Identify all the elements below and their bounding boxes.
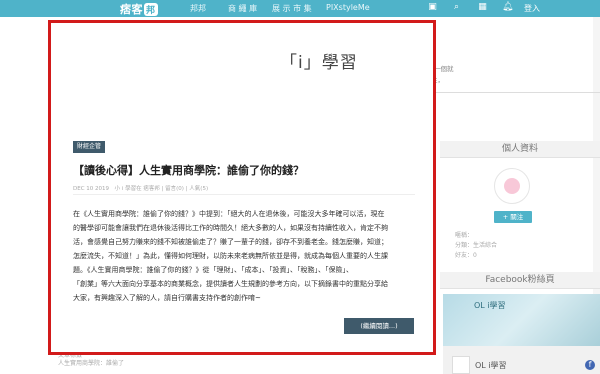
top-nav: 痞客邦 邦邦 商 繩 庫 展 示 市 集 PIXstyleMe ▣ ⌕ ▦ 🔔︎… xyxy=(0,0,600,17)
profile-section-title: 個人資料 xyxy=(440,141,600,158)
post-body-line: 題。《人生實用商學院：誰偷了你的錢？》從「理財」、「成本」、「投資」、「稅務」、… xyxy=(73,266,353,274)
facebook-page-avatar xyxy=(452,356,470,374)
facebook-icon: f xyxy=(585,360,595,370)
post-title[interactable]: 【讀後心得】人生實用商學院：誰偷了你的錢？ xyxy=(73,162,304,178)
follow-button[interactable]: + 關注 xyxy=(494,211,532,223)
profile-category: 分類：生活綜合 xyxy=(455,242,498,249)
read-more-button[interactable]: (繼續閱讀...) xyxy=(344,318,414,334)
post-body-line: 活，會感覺自己努力賺來的錢不知被誰偷走了？賺了一輩子的錢，卻存不到養老金。錢怎麼… xyxy=(73,238,388,246)
post-body-line: 大家，有興趣深入了解的人，請自行購書支持作者的創作唷~ xyxy=(73,294,261,302)
profile-nickname: 暱稱： xyxy=(455,232,474,239)
login-link[interactable]: 登入 xyxy=(524,3,540,14)
post-body-line: 的醫學卻可能會讓我們在退休後活得比工作的時間久！絕大多數的人，如果沒有持續性收入… xyxy=(73,224,388,232)
post-body-line: 在《人生實用商學院：誰偷了你的錢？》中提到：「絕大的人在退休後，可能沒大多年確可… xyxy=(73,210,385,218)
category-tag[interactable]: 財經企管 xyxy=(73,141,106,153)
post-body-line: 怎麼流失，不知道！」為此，懂得如何理財，以防未來老病無所依並是得，就成為每個人重… xyxy=(73,252,388,260)
facebook-cover-image xyxy=(443,294,600,346)
grid-icon[interactable]: ▦ xyxy=(478,3,487,12)
post-body-line: 「創業」等六大面向分享基本的商業概念，提供讀者人生規劃的參考方向，以下摘錄書中的… xyxy=(73,280,388,288)
nav-link-pixstyleme[interactable]: PIXstyleMe xyxy=(326,3,370,12)
nav-link-market[interactable]: 展 示 市 集 xyxy=(272,3,312,14)
meta-divider xyxy=(73,194,415,195)
facebook-cover-text: OL i學習 xyxy=(474,301,506,310)
bell-icon[interactable]: 🔔︎ xyxy=(502,3,513,12)
search-icon[interactable]: ⌕ xyxy=(452,3,461,12)
profile-friends: 好友：0 xyxy=(455,252,477,259)
post-meta: DEC 10 2019 小 i 學習在 痞客邦 | 留言(0) | 人氣(5) xyxy=(73,186,209,192)
facebook-section-title: Facebook粉絲頁 xyxy=(440,272,600,289)
site-logo[interactable]: 痞客邦 xyxy=(120,1,158,17)
nav-link-store[interactable]: 商 繩 庫 xyxy=(228,3,257,14)
facebook-page-name[interactable]: OL i學習 xyxy=(475,360,507,371)
avatar[interactable] xyxy=(494,168,530,204)
avatar-image xyxy=(504,178,520,194)
bookmark-icon[interactable]: ▣ xyxy=(428,3,437,12)
nav-link-bangbang[interactable]: 邦邦 xyxy=(190,3,206,14)
blog-title[interactable]: 「i」學習 xyxy=(280,48,358,73)
